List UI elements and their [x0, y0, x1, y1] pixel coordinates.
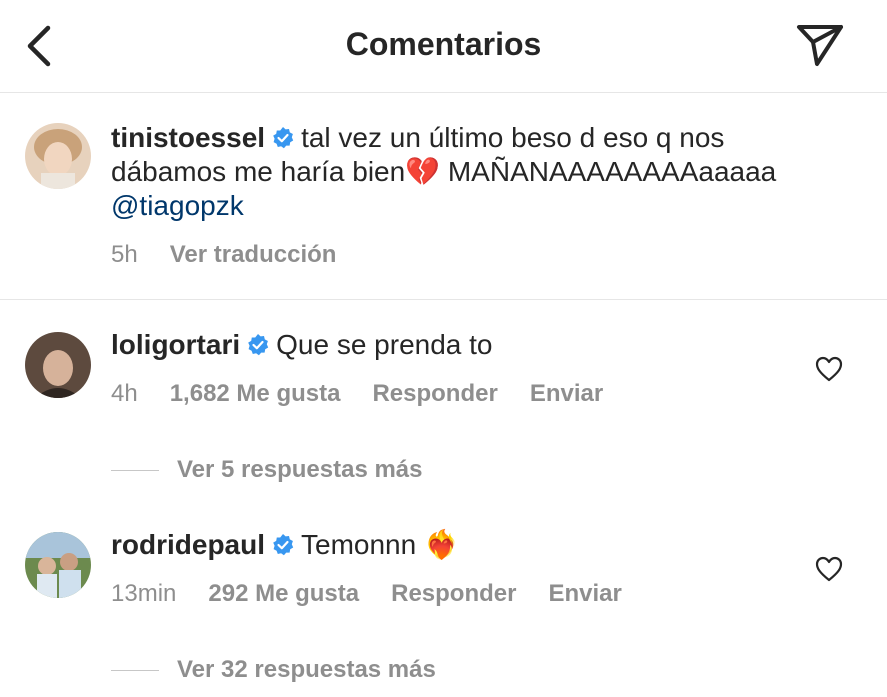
paper-plane-icon[interactable]: [795, 22, 845, 68]
likes-count[interactable]: 1,682 Me gusta: [170, 380, 341, 407]
comment-text: rodridepaul Temonnn ❤️‍🔥: [111, 528, 459, 562]
timestamp: 4h: [111, 380, 138, 407]
reply-button[interactable]: Responder: [391, 580, 516, 607]
translate-link[interactable]: Ver traducción: [170, 241, 337, 268]
view-replies-button[interactable]: Ver 5 respuestas más: [111, 456, 423, 484]
comment-username[interactable]: rodridepaul: [111, 529, 265, 560]
send-button[interactable]: Enviar: [530, 380, 603, 407]
divider: [111, 670, 159, 672]
view-replies-label: Ver 5 respuestas más: [177, 456, 423, 483]
comment-text: loligortari Que se prenda to: [111, 328, 493, 362]
likes-count[interactable]: 292 Me gusta: [208, 580, 359, 607]
avatar[interactable]: [25, 332, 91, 398]
verified-badge-icon: [273, 127, 294, 149]
view-replies-label: Ver 32 respuestas más: [177, 656, 436, 683]
caption-meta: 5h Ver traducción: [111, 241, 368, 269]
broken-heart-emoji: 💔: [405, 156, 441, 187]
send-button[interactable]: Enviar: [548, 580, 621, 607]
timestamp: 5h: [111, 241, 138, 268]
reply-button[interactable]: Responder: [372, 380, 497, 407]
caption-username[interactable]: tinistoessel: [111, 122, 265, 153]
comment-meta: 13min 292 Me gusta Responder Enviar: [111, 580, 654, 608]
comment-username[interactable]: loligortari: [111, 329, 240, 360]
page-title: Comentarios: [345, 26, 542, 62]
caption-text: tinistoessel tal vez un último beso d eso…: [111, 121, 841, 223]
post-caption: tinistoessel tal vez un último beso d eso…: [0, 93, 887, 300]
header-bar: Comentarios: [0, 0, 887, 93]
comment-body: Que se prenda to: [276, 329, 493, 360]
view-replies-button[interactable]: Ver 32 respuestas más: [111, 656, 436, 684]
mention-link[interactable]: @tiagopzk: [111, 190, 244, 221]
heart-icon[interactable]: [815, 356, 843, 382]
comment-body: Temonnn: [301, 529, 417, 560]
heart-icon[interactable]: [815, 556, 843, 582]
avatar[interactable]: [25, 532, 91, 598]
avatar[interactable]: [25, 123, 91, 189]
caption-body-2: MAÑANAAAAAAAAaaaaa: [440, 156, 777, 187]
verified-badge-icon: [273, 534, 294, 556]
divider: [111, 470, 159, 472]
heart-on-fire-emoji: ❤️‍🔥: [423, 529, 459, 560]
comment-meta: 4h 1,682 Me gusta Responder Enviar: [111, 380, 635, 408]
timestamp: 13min: [111, 580, 177, 607]
verified-badge-icon: [248, 334, 269, 356]
